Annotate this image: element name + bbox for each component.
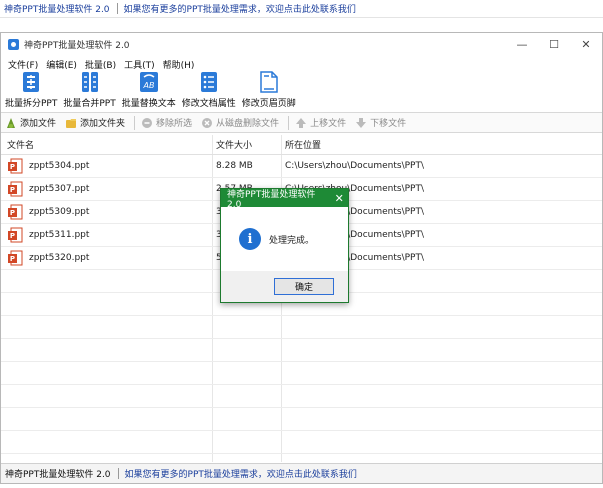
ppt-file-icon: P: [7, 181, 23, 197]
batch-split-label: 批量拆分PPT: [5, 99, 58, 109]
empty-row: [1, 385, 602, 408]
arrow-up-icon: [295, 117, 307, 129]
dialog-footer: 确定: [221, 271, 348, 302]
status-bar: 神奇PPT批量处理软件 2.0 如果您有更多的PPT批量处理需求，欢迎点击此处联…: [1, 463, 602, 483]
top-promo-bar: 神奇PPT批量处理软件 2.0 如果您有更多的PPT批量处理需求，欢迎点击此处联…: [0, 0, 603, 18]
add-folder-label: 添加文件夹: [80, 119, 126, 129]
file-name: zppt5309.ppt: [29, 207, 90, 217]
status-app-name: 神奇PPT批量处理软件 2.0: [5, 470, 111, 480]
maximize-button[interactable]: ☐: [538, 33, 570, 55]
main-toolbar: 批量拆分PPT 批量合并PPT AB 批量替换文本 修改文档属性 修改页眉页脚: [1, 71, 602, 113]
menu-tools[interactable]: 工具(T): [121, 58, 158, 71]
app-icon: [8, 38, 19, 50]
title-bar[interactable]: 神奇PPT批量处理软件 2.0 — ☐ ✕: [1, 33, 602, 55]
move-up-button[interactable]: 上移文件: [295, 116, 346, 129]
delete-from-disk-label: 从磁盘删除文件: [216, 119, 280, 129]
modify-header-footer-label: 修改页眉页脚: [241, 99, 296, 109]
svg-text:P: P: [10, 186, 15, 194]
ok-button[interactable]: 确定: [274, 278, 334, 295]
doc-properties-icon: [199, 71, 219, 93]
toolbar-divider: [288, 115, 290, 130]
batch-replace-text-button[interactable]: AB 批量替换文本: [122, 71, 176, 109]
menu-file[interactable]: 文件(F): [5, 58, 41, 71]
info-icon: i: [239, 228, 261, 250]
add-file-icon: [5, 117, 17, 129]
status-contact-link[interactable]: 如果您有更多的PPT批量处理需求，欢迎点击此处联系我们: [125, 467, 357, 480]
menu-batch[interactable]: 批量(B): [82, 58, 119, 71]
ppt-file-icon: P: [7, 227, 23, 243]
add-folder-button[interactable]: 添加文件夹: [65, 116, 125, 129]
completion-dialog: 神奇PPT批量处理软件 2.0 ✕ i 处理完成。 确定: [220, 188, 349, 303]
add-file-label: 添加文件: [20, 119, 57, 129]
empty-row: [1, 454, 602, 462]
modify-header-footer-button[interactable]: 修改页眉页脚: [242, 71, 296, 109]
svg-text:P: P: [10, 209, 15, 217]
file-name: zppt5304.ppt: [29, 161, 90, 171]
dialog-body: i 处理完成。: [221, 207, 348, 271]
minimize-button[interactable]: —: [506, 33, 538, 55]
ppt-file-icon: P: [7, 204, 23, 220]
column-header-path[interactable]: 所在位置: [281, 138, 602, 151]
empty-row: [1, 362, 602, 385]
remove-icon: [141, 117, 153, 129]
status-divider: [117, 468, 119, 479]
menu-edit[interactable]: 编辑(E): [43, 58, 80, 71]
batch-replace-text-label: 批量替换文本: [121, 99, 176, 109]
column-header-name[interactable]: 文件名: [1, 138, 212, 151]
batch-merge-button[interactable]: 批量合并PPT: [63, 71, 116, 109]
dialog-message: 处理完成。: [269, 235, 315, 246]
top-contact-link[interactable]: 如果您有更多的PPT批量处理需求，欢迎点击此处联系我们: [124, 2, 356, 15]
dialog-title: 神奇PPT批量处理软件 2.0: [227, 189, 316, 210]
delete-icon: [201, 117, 213, 129]
toolbar-divider: [134, 115, 136, 130]
merge-icon: [80, 71, 100, 93]
close-button[interactable]: ✕: [570, 33, 602, 55]
remove-selected-label: 移除所选: [156, 119, 193, 129]
move-down-button[interactable]: 下移文件: [355, 116, 406, 129]
remove-selected-button[interactable]: 移除所选: [141, 116, 192, 129]
ppt-file-icon: P: [7, 158, 23, 174]
ppt-file-icon: P: [7, 250, 23, 266]
file-size: 8.28 MB: [216, 161, 253, 171]
top-divider: [116, 3, 118, 14]
dialog-close-button[interactable]: ✕: [330, 192, 348, 205]
svg-text:P: P: [10, 232, 15, 240]
window-controls: — ☐ ✕: [506, 33, 602, 55]
split-icon: [21, 71, 41, 93]
file-name: zppt5307.ppt: [29, 184, 90, 194]
batch-merge-label: 批量合并PPT: [63, 99, 116, 109]
empty-row: [1, 408, 602, 431]
file-path: C:\Users\zhou\Documents\PPT\: [285, 161, 424, 171]
move-down-label: 下移文件: [370, 119, 407, 129]
move-up-label: 上移文件: [310, 119, 347, 129]
window-title: 神奇PPT批量处理软件 2.0: [24, 40, 130, 51]
file-name: zppt5311.ppt: [29, 230, 90, 240]
add-folder-icon: [65, 117, 77, 129]
arrow-down-icon: [355, 117, 367, 129]
replace-text-icon: AB: [139, 71, 159, 93]
table-row[interactable]: Pzppt5304.ppt 8.28 MB C:\Users\zhou\Docu…: [1, 155, 602, 178]
batch-split-button[interactable]: 批量拆分PPT: [5, 71, 57, 109]
svg-text:P: P: [10, 163, 15, 171]
menu-help[interactable]: 帮助(H): [160, 58, 198, 71]
file-actions-bar: 添加文件 添加文件夹 移除所选 从磁盘删除文件 上移文件 下移文件: [1, 113, 602, 133]
top-app-name: 神奇PPT批量处理软件 2.0: [4, 5, 110, 15]
svg-text:AB: AB: [142, 81, 154, 90]
empty-row: [1, 431, 602, 454]
column-header-size[interactable]: 文件大小: [212, 138, 281, 151]
file-list-header: 文件名 文件大小 所在位置: [1, 135, 602, 155]
empty-row: [1, 339, 602, 362]
modify-properties-label: 修改文档属性: [181, 99, 236, 109]
add-file-button[interactable]: 添加文件: [5, 116, 56, 129]
file-name: zppt5320.ppt: [29, 253, 90, 263]
svg-text:P: P: [10, 255, 15, 263]
header-footer-icon: [259, 71, 279, 93]
delete-from-disk-button[interactable]: 从磁盘删除文件: [201, 116, 279, 129]
modify-properties-button[interactable]: 修改文档属性: [182, 71, 236, 109]
empty-row: [1, 316, 602, 339]
dialog-title-bar[interactable]: 神奇PPT批量处理软件 2.0 ✕: [221, 189, 348, 210]
